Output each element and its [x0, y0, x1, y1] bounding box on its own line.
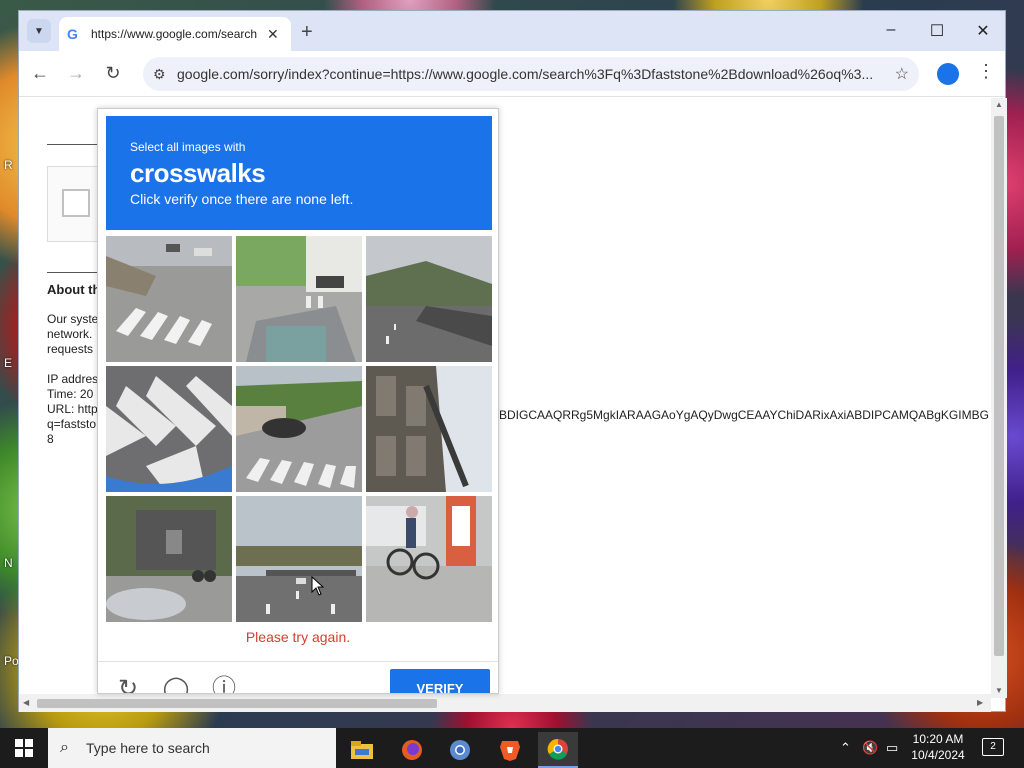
file-explorer-icon[interactable]: [342, 732, 382, 768]
mouse-cursor-icon: [311, 576, 325, 596]
browser-toolbar: ← → ↻ ⚙ google.com/sorry/index?continue=…: [19, 51, 1005, 97]
horizontal-scrollbar[interactable]: ◀ ▶: [19, 694, 991, 712]
info-line: Time: 20: [47, 387, 94, 401]
captcha-tile-9[interactable]: [366, 496, 492, 622]
taskbar-search[interactable]: ⌕ Type here to search: [48, 728, 336, 768]
paragraph-line: Our syste: [47, 312, 99, 326]
tab-title: https://www.google.com/search: [91, 27, 258, 41]
about-heading: About th: [47, 282, 101, 297]
close-window-button[interactable]: ✕: [973, 21, 993, 41]
reload-icon[interactable]: ↻: [102, 63, 124, 84]
firefox-icon[interactable]: [392, 732, 432, 768]
captcha-tile-7[interactable]: [106, 496, 232, 622]
close-tab-icon[interactable]: ✕: [267, 26, 279, 43]
desktop-icon-label[interactable]: E: [4, 356, 12, 370]
scroll-down-icon[interactable]: ▼: [995, 686, 1003, 695]
paragraph-line: network.: [47, 327, 93, 341]
url-overflow-text: BDIGCAAQRRg5MgkIARAAGAoYgAQyDwgCEAAYChiD…: [499, 408, 989, 422]
notification-center-icon[interactable]: 2: [982, 738, 1004, 756]
system-clock[interactable]: 10:20 AM 10/4/2024: [902, 731, 974, 763]
bookmark-star-icon[interactable]: ☆: [889, 64, 909, 84]
windows-logo-icon: [15, 739, 33, 757]
info-line: IP addres: [47, 372, 99, 386]
captcha-tile-1[interactable]: [106, 236, 232, 362]
search-placeholder: Type here to search: [86, 740, 210, 756]
vertical-scrollbar[interactable]: ▲ ▼: [991, 98, 1007, 698]
chromium-icon[interactable]: [440, 732, 480, 768]
network-icon[interactable]: ▭: [886, 740, 898, 756]
footer-divider: [98, 661, 498, 662]
tab-bar: ▼ G https://www.google.com/search ✕ + – …: [19, 11, 1005, 51]
clock-time: 10:20 AM: [912, 732, 964, 746]
challenge-instruction: Select all images with: [130, 140, 246, 154]
paragraph-line: requests: [47, 342, 94, 356]
info-line: URL: http: [47, 402, 98, 416]
captcha-tile-2[interactable]: [236, 236, 362, 362]
audio-challenge-icon[interactable]: ◯: [162, 675, 190, 693]
captcha-tile-5[interactable]: [236, 366, 362, 492]
clock-date: 10/4/2024: [911, 748, 965, 762]
menu-kebab-icon[interactable]: ⋮: [977, 61, 995, 82]
start-button[interactable]: [0, 728, 48, 768]
challenge-image-grid: [106, 236, 492, 622]
forward-icon[interactable]: →: [65, 63, 87, 84]
reload-challenge-icon[interactable]: ↻: [114, 675, 142, 693]
browser-tab[interactable]: G https://www.google.com/search ✕: [59, 17, 291, 51]
info-line: 8: [47, 432, 54, 446]
tab-search-button[interactable]: ▼: [27, 19, 51, 43]
captcha-tile-6[interactable]: [366, 366, 492, 492]
info-icon[interactable]: ⓘ: [210, 675, 238, 693]
chevron-up-icon[interactable]: ⌃: [840, 740, 851, 756]
challenge-keyword: crosswalks: [130, 158, 266, 188]
maximize-button[interactable]: ☐: [927, 21, 947, 41]
challenge-subinstruction: Click verify once there are none left.: [130, 191, 354, 207]
google-favicon-icon: G: [67, 26, 78, 42]
minimize-button[interactable]: –: [881, 21, 901, 39]
scroll-right-icon[interactable]: ▶: [977, 698, 983, 707]
brave-icon[interactable]: [490, 732, 530, 768]
new-tab-button[interactable]: +: [301, 21, 313, 44]
captcha-tile-8[interactable]: [236, 496, 362, 622]
desktop-icon-label[interactable]: N: [4, 556, 13, 570]
url-text[interactable]: google.com/sorry/index?continue=https://…: [177, 66, 889, 82]
horizontal-scroll-thumb[interactable]: [37, 699, 437, 708]
profile-avatar-icon[interactable]: [937, 63, 959, 85]
site-info-icon[interactable]: ⚙: [153, 66, 177, 83]
back-icon[interactable]: ←: [29, 63, 51, 84]
captcha-tile-4[interactable]: [106, 366, 232, 492]
error-message: Please try again.: [245, 629, 351, 645]
verify-button[interactable]: VERIFY: [390, 669, 490, 693]
desktop-icon-label[interactable]: Po: [4, 654, 19, 668]
captcha-tile-3[interactable]: [366, 236, 492, 362]
desktop-icon-label[interactable]: R: [4, 158, 13, 172]
chrome-icon[interactable]: [538, 732, 578, 768]
recaptcha-challenge-popup: Select all images with crosswalks Click …: [97, 108, 499, 694]
taskbar: ⌕ Type here to search ⌃ 🔇 ▭ 10:20 AM 10/…: [0, 728, 1024, 768]
volume-muted-icon[interactable]: 🔇: [862, 740, 878, 756]
divider: [47, 272, 99, 273]
recaptcha-checkbox[interactable]: [62, 189, 90, 217]
vertical-scroll-thumb[interactable]: [994, 116, 1004, 656]
info-line: q=faststo: [47, 417, 97, 431]
scroll-left-icon[interactable]: ◀: [23, 698, 29, 707]
address-bar[interactable]: ⚙ google.com/sorry/index?continue=https:…: [143, 57, 919, 91]
divider: [47, 144, 99, 145]
scroll-up-icon[interactable]: ▲: [995, 100, 1003, 109]
challenge-header: Select all images with crosswalks Click …: [106, 116, 492, 230]
search-icon: ⌕: [60, 739, 69, 756]
